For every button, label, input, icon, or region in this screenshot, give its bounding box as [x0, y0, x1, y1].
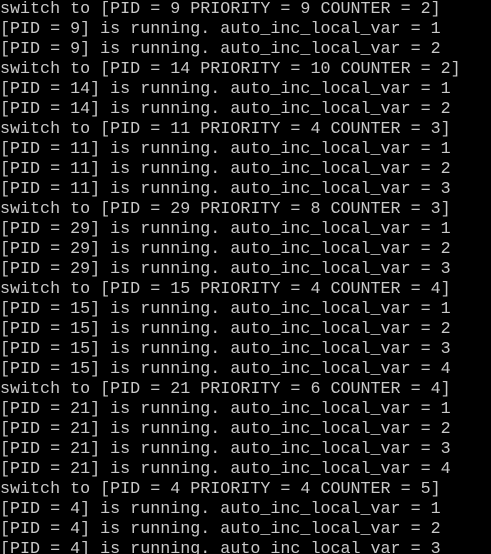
terminal-line-switch: switch to [PID = 14 PRIORITY = 10 COUNTE… [0, 60, 461, 79]
terminal-line-running: [PID = 21] is running. auto_inc_local_va… [0, 400, 451, 419]
terminal-line-running: [PID = 11] is running. auto_inc_local_va… [0, 160, 451, 179]
terminal-line-switch: switch to [PID = 15 PRIORITY = 4 COUNTER… [0, 280, 451, 299]
terminal-lines: switch to [PID = 9 PRIORITY = 9 COUNTER … [0, 0, 461, 554]
terminal-line-running: [PID = 4] is running. auto_inc_local_var… [0, 500, 441, 519]
terminal-line-running: [PID = 15] is running. auto_inc_local_va… [0, 340, 451, 359]
terminal-line-running: [PID = 9] is running. auto_inc_local_var… [0, 20, 441, 39]
terminal-line-running: [PID = 15] is running. auto_inc_local_va… [0, 300, 451, 319]
terminal-line-switch: switch to [PID = 21 PRIORITY = 6 COUNTER… [0, 380, 451, 399]
terminal-line-switch: switch to [PID = 4 PRIORITY = 4 COUNTER … [0, 480, 441, 499]
terminal-line-running: [PID = 21] is running. auto_inc_local_va… [0, 460, 451, 479]
terminal-line-running: [PID = 14] is running. auto_inc_local_va… [0, 80, 451, 99]
terminal-line-switch: switch to [PID = 9 PRIORITY = 9 COUNTER … [0, 0, 441, 19]
terminal-line-running: [PID = 4] is running. auto_inc_local_var… [0, 520, 441, 539]
terminal-output[interactable]: switch to [PID = 9 PRIORITY = 9 COUNTER … [0, 0, 491, 554]
terminal-line-running: [PID = 14] is running. auto_inc_local_va… [0, 100, 451, 119]
terminal-line-running: [PID = 29] is running. auto_inc_local_va… [0, 240, 451, 259]
terminal-line-running: [PID = 29] is running. auto_inc_local_va… [0, 220, 451, 239]
terminal-line-running: [PID = 4] is running. auto_inc_local_var… [0, 540, 441, 554]
terminal-line-running: [PID = 9] is running. auto_inc_local_var… [0, 40, 441, 59]
terminal-line-running: [PID = 11] is running. auto_inc_local_va… [0, 140, 451, 159]
terminal-line-running: [PID = 11] is running. auto_inc_local_va… [0, 180, 451, 199]
terminal-line-running: [PID = 15] is running. auto_inc_local_va… [0, 360, 451, 379]
terminal-line-running: [PID = 15] is running. auto_inc_local_va… [0, 320, 451, 339]
terminal-line-running: [PID = 29] is running. auto_inc_local_va… [0, 260, 451, 279]
terminal-line-switch: switch to [PID = 11 PRIORITY = 4 COUNTER… [0, 120, 451, 139]
terminal-line-running: [PID = 21] is running. auto_inc_local_va… [0, 420, 451, 439]
terminal-line-running: [PID = 21] is running. auto_inc_local_va… [0, 440, 451, 459]
terminal-line-switch: switch to [PID = 29 PRIORITY = 8 COUNTER… [0, 200, 451, 219]
